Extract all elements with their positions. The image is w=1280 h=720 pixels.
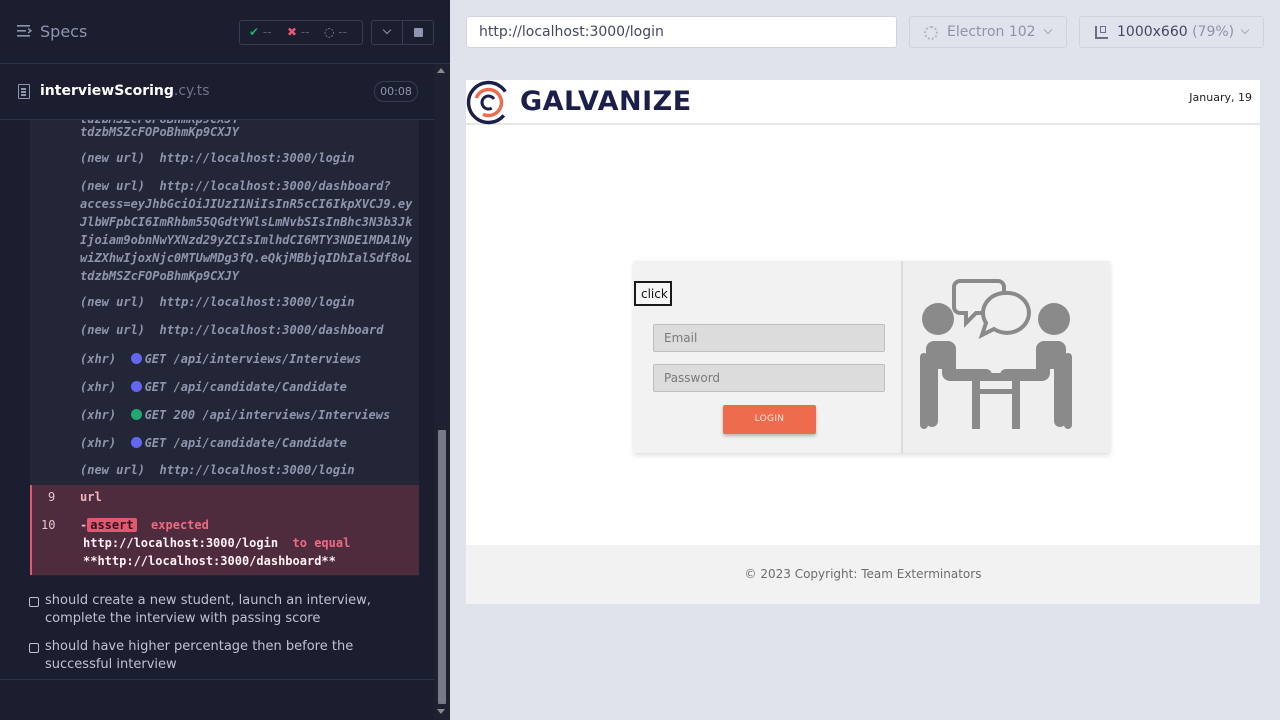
duration-badge: 00:08: [374, 81, 418, 102]
viewport-icon: [1095, 26, 1108, 39]
app-footer: © 2023 Copyright: Team Exterminators: [466, 545, 1260, 604]
url-bar[interactable]: http://localhost:3000/login: [466, 16, 897, 48]
scroll-up-arrow-icon[interactable]: [437, 68, 445, 73]
log-line-new-url[interactable]: (new url) http://localhost:3000/dashboar…: [80, 177, 391, 195]
specs-title[interactable]: Specs: [40, 22, 87, 41]
log-line: access=eyJhbGciOiJIUzI1NiIsInR5cCI6IkpXV…: [80, 197, 413, 211]
click-button[interactable]: click: [634, 281, 672, 306]
command-number: 9: [48, 490, 56, 504]
password-field[interactable]: Password: [653, 364, 885, 392]
chevron-down-icon: [1240, 25, 1250, 35]
stop-icon: [414, 28, 423, 37]
scrollbar-thumb[interactable]: [438, 430, 446, 704]
login-button[interactable]: LOGIN: [723, 405, 816, 434]
collapse-button[interactable]: [371, 20, 403, 45]
pending-test-icon: [29, 597, 39, 607]
log-line: Ijoiam9obnNwYXNzd29yZCIsImlhdCI6MTY3NDE1…: [80, 233, 413, 247]
log-line-xhr[interactable]: (xhr) GET /api/interviews/Interviews: [80, 350, 361, 368]
app-header: GALVANIZE January, 19: [466, 80, 1260, 125]
scrollbar[interactable]: [434, 64, 450, 720]
test-title: should create a new student, launch an i…: [45, 593, 371, 626]
log-line-xhr[interactable]: (xhr) GET /api/candidate/Candidate: [80, 378, 347, 396]
browser-selector[interactable]: Electron 102: [909, 16, 1067, 48]
failed-stat: ✖ --: [287, 25, 310, 39]
log-line: JlbWFpbCI6ImRhbm55QGdtYWlsLmNvbSIsInBhc3…: [80, 215, 413, 229]
app-under-test-panel: http://localhost:3000/login Electron 102…: [450, 0, 1280, 720]
assert-detail: http://localhost:3000/login to equal: [83, 536, 351, 550]
chevron-down-icon: [1043, 25, 1053, 35]
command-log: tdzbMSZcFOPoBhmKp9CXJY tdzbMSZcFOPoBhmKp…: [0, 120, 434, 720]
xhr-status-dot: [130, 353, 142, 364]
test-title: should have higher percentage then befor…: [45, 639, 354, 672]
passed-stat: ✔ --: [249, 25, 272, 39]
stats-bar: ✔ -- ✖ -- ◌ --: [239, 20, 363, 45]
log-line: tdzbMSZcFOPoBhmKp9CXJY: [80, 269, 239, 283]
spinner-icon: ◌: [324, 25, 335, 39]
assert-line: - assert expected: [80, 518, 209, 532]
electron-icon: [924, 26, 938, 40]
command-number: 10: [41, 518, 56, 532]
failed-command-box[interactable]: 9 url 10 - assert expected http://localho…: [30, 485, 419, 575]
spec-file-name: interviewScoring.cy.ts: [40, 83, 210, 99]
reporter-panel: Specs ✔ -- ✖ -- ◌ -- interviewScoring.cy…: [0, 0, 450, 720]
xhr-status-dot: [130, 381, 142, 392]
pending-stat: ◌ --: [324, 25, 347, 39]
reporter-header: Specs ✔ -- ✖ -- ◌ --: [0, 0, 450, 64]
email-field[interactable]: Email: [653, 324, 885, 352]
stop-button[interactable]: [402, 20, 434, 45]
divider: [0, 679, 434, 680]
log-line-new-url[interactable]: (new url) http://localhost:3000/dashboar…: [80, 321, 383, 339]
login-card: click Email Password LOGIN: [634, 261, 1110, 453]
pending-test-icon: [29, 643, 39, 653]
assert-expected-value: **http://localhost:3000/dashboard**: [83, 554, 336, 568]
log-line-new-url[interactable]: (new url) http://localhost:3000/login: [80, 293, 355, 311]
log-line-xhr[interactable]: (xhr) GET 200 /api/interviews/Interviews: [80, 406, 390, 424]
app-iframe: GALVANIZE January, 19 click Email Passwo…: [466, 80, 1260, 604]
cross-icon: ✖: [287, 25, 298, 39]
assert-badge: assert: [87, 518, 137, 532]
spec-file-header[interactable]: interviewScoring.cy.ts 00:08: [0, 64, 434, 120]
check-icon: ✔: [249, 25, 260, 39]
log-line-xhr[interactable]: (xhr) GET /api/candidate/Candidate: [80, 434, 347, 452]
log-line: wiZXhwIjoxNjc0MTUwMDg3fQ.eQkjMBbjqIDhIal…: [80, 251, 413, 265]
log-line-new-url[interactable]: (new url) http://localhost:3000/login: [80, 461, 355, 479]
log-line-new-url[interactable]: (new url) http://localhost:3000/login: [80, 149, 355, 167]
viewport-selector[interactable]: 1000x660 (79%): [1079, 16, 1264, 48]
scroll-down-arrow-icon[interactable]: [437, 709, 445, 714]
galvanize-logo-icon: [466, 80, 511, 125]
interview-illustration-icon: [920, 279, 1072, 429]
document-icon: [18, 84, 30, 99]
xhr-status-dot: [130, 409, 142, 420]
header-date: January, 19: [1189, 91, 1252, 104]
command-name: url: [80, 490, 102, 504]
chevron-down-icon: [382, 25, 392, 35]
login-form: click Email Password LOGIN: [634, 261, 903, 453]
brand-name: GALVANIZE: [520, 86, 692, 117]
log-line: tdzbMSZcFOPoBhmKp9CXJY: [80, 125, 239, 139]
xhr-status-dot: [130, 437, 142, 448]
specs-list-icon[interactable]: [17, 25, 32, 37]
